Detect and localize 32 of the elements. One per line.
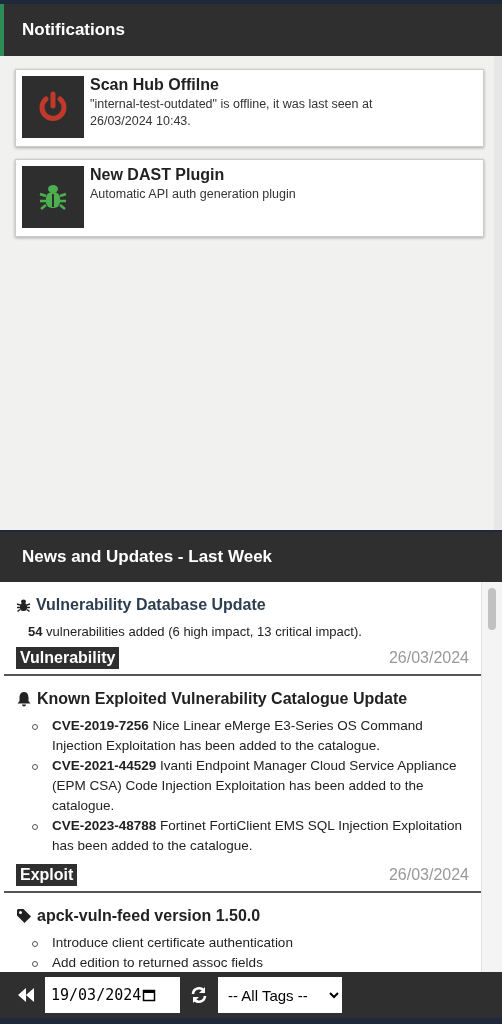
- news-bullet: CVE-2021-44529 Ivanti Endpoint Manager Cloud Service Appliance (EPM CSA) Code Injection Exploitation has been added to the catalogue.: [52, 756, 458, 815]
- bug-icon: [16, 597, 31, 613]
- power-icon: [38, 91, 68, 123]
- news-date: 26/03/2024: [388, 649, 469, 667]
- news-title: apck-vuln-feed version 1.50.0: [37, 906, 261, 925]
- panel-title: Notifications: [22, 20, 125, 40]
- news-bullet: CVE-2019-7256 Nice Linear eMerge E3-Series OS Command Injection Exploitation has been added to the catalogue.: [52, 717, 424, 755]
- panel-title: News and Updates - Last Week: [22, 547, 273, 567]
- news-tag[interactable]: Vulnerability: [16, 647, 120, 669]
- refresh-icon[interactable]: [190, 986, 208, 1004]
- notification-title: New DAST Plugin: [90, 166, 226, 184]
- news-bullet: Add edition to returned assoc fields: [52, 953, 263, 972]
- rewind-icon[interactable]: [17, 987, 35, 1003]
- news-tag[interactable]: Exploit: [16, 863, 78, 886]
- news-title: Known Exploited Vulnerability Catalogue Update: [37, 690, 408, 708]
- scrollbar-thumb[interactable]: [488, 588, 496, 630]
- notification-message: "internal-test-outdated" is offline, it was last seen at 26/03/2024 10:43.: [90, 96, 374, 130]
- tag-filter-dropdown[interactable]: -- All Tags --: [218, 977, 342, 1013]
- news-title-link[interactable]: Vulnerability Database Update: [36, 596, 266, 614]
- tag-icon: [16, 907, 32, 924]
- date-field[interactable]: 19/03/2024: [45, 977, 180, 1013]
- bug-icon: [38, 182, 68, 212]
- notification-title: Scan Hub Offilne: [90, 76, 220, 94]
- notification-message: Automatic API auth generation plugin: [90, 186, 296, 203]
- news-date: 26/03/2024: [388, 865, 469, 884]
- notification-card[interactable]: Scan Hub Offilne "internal-test-outdated" is offline, it was last seen at 26/03/2024 10:43.: [15, 69, 484, 147]
- bell-icon: [16, 691, 32, 707]
- news-text: 54 vulnerabilities added (6 high impact, 13 critical impact).: [28, 624, 363, 639]
- news-bullet: Introduce client certificate authentication: [52, 933, 293, 952]
- news-bullet: CVE-2023-48788 Fortinet FortiClient EMS SQL Injection Exploitation has been added to the catalogue.: [52, 816, 463, 855]
- calendar-icon[interactable]: [142, 988, 157, 1002]
- notification-card[interactable]: New DAST Plugin Automatic API auth generation plugin: [15, 159, 484, 237]
